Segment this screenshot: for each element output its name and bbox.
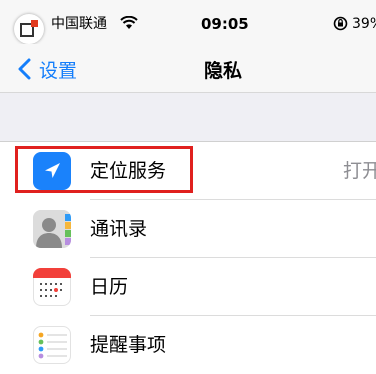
location-arrow-icon xyxy=(33,152,71,190)
navigation-bar: 设置 隐私 xyxy=(0,44,376,92)
status-bar: 中国联通 09:05 39% xyxy=(0,0,376,44)
list-item-label: 定位服务 xyxy=(90,160,167,182)
assistive-touch-button[interactable] xyxy=(14,14,44,44)
list-item-label: 提醒事项 xyxy=(90,334,167,356)
list-item-calendar[interactable]: 日历 xyxy=(0,258,376,316)
list-item-location-services[interactable]: 定位服务 打开 xyxy=(0,142,376,200)
status-time: 09:05 xyxy=(201,15,249,33)
reminders-icon xyxy=(33,326,71,364)
calendar-icon xyxy=(33,268,71,306)
battery-percentage: 39% xyxy=(352,16,376,32)
list-item-label: 通讯录 xyxy=(90,218,148,240)
list-item-value: 打开 xyxy=(343,160,376,182)
wifi-icon xyxy=(120,16,138,29)
section-header-spacer xyxy=(0,92,376,142)
page-title: 隐私 xyxy=(203,60,242,82)
list-item-reminders[interactable]: 提醒事项 xyxy=(0,316,376,374)
list-item-contacts[interactable]: 通讯录 xyxy=(0,200,376,258)
assistive-touch-icon xyxy=(20,20,38,37)
list-item-label: 日历 xyxy=(90,276,129,298)
carrier-label: 中国联通 xyxy=(51,16,107,32)
rotation-lock-icon xyxy=(333,16,348,31)
contacts-icon xyxy=(33,210,71,248)
